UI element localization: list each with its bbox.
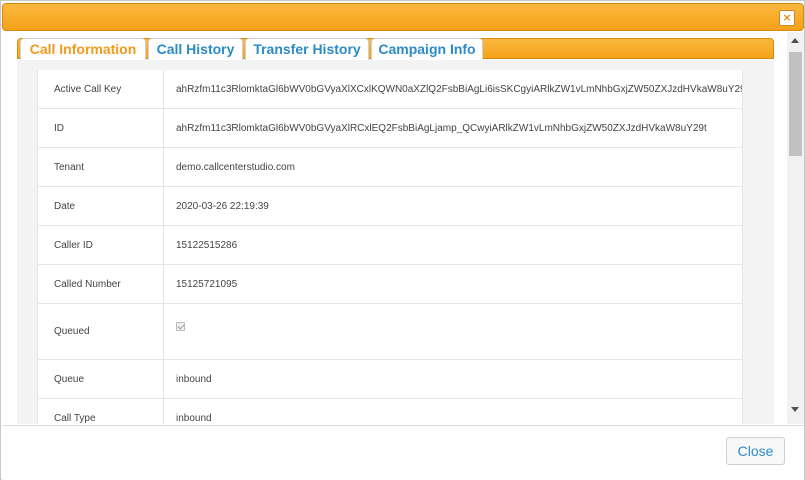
id-value: ahRzfm11c3RlomktaGl6bWV0bGVyaXlRCxlEQ2Fs… [176,122,707,134]
table-row: Called Number 15125721095 [38,265,742,304]
called-number-value: 15125721095 [176,278,238,290]
scrollbar-thumb[interactable] [789,52,802,156]
row-label: Date [38,187,164,225]
row-label: Tenant [38,148,164,186]
dialog-content: Call Information Call History Transfer H… [2,32,786,424]
queue-value: inbound [176,373,212,385]
row-label: Call Type [38,399,164,424]
call-type-value: inbound [176,412,212,424]
table-row: Caller ID 15122515286 [38,226,742,265]
queued-checkbox [176,322,185,331]
tenant-value: demo.callcenterstudio.com [176,161,295,173]
table-row: Tenant demo.callcenterstudio.com [38,148,742,187]
row-label: Active Call Key [38,70,164,108]
call-information-panel: Active Call Key ahRzfm11c3RlomktaGl6bWV0… [17,60,774,424]
row-label: Called Number [38,265,164,303]
tab-call-history[interactable]: Call History [148,38,243,60]
row-label: Queue [38,360,164,398]
table-row: ID ahRzfm11c3RlomktaGl6bWV0bGVyaXlRCxlEQ… [38,109,742,148]
queued-value [164,304,742,359]
tab-call-information[interactable]: Call Information [20,38,146,61]
active-call-key-value: ahRzfm11c3RlomktaGl6bWV0bGVyaXlXCxlKQWN0… [176,83,742,95]
close-icon[interactable]: × [779,10,795,26]
row-label: Caller ID [38,226,164,264]
call-details-dialog: × Call Information Call History Transfer… [0,0,805,480]
scroll-up-icon[interactable] [791,38,799,43]
caller-id-value: 15122515286 [176,239,238,251]
tab-transfer-history[interactable]: Transfer History [245,38,369,60]
table-row: Queue inbound [38,360,742,399]
tab-campaign-info[interactable]: Campaign Info [371,38,483,60]
vertical-scrollbar[interactable] [787,32,804,424]
date-value: 2020-03-26 22:19:39 [176,200,269,212]
call-information-table: Active Call Key ahRzfm11c3RlomktaGl6bWV0… [37,70,743,424]
row-label: Queued [38,304,164,359]
close-button[interactable]: Close [726,437,785,465]
scroll-down-icon[interactable] [791,407,799,412]
table-row: Queued [38,304,742,360]
table-row: Date 2020-03-26 22:19:39 [38,187,742,226]
dialog-titlebar: × [2,3,804,31]
row-label: ID [38,109,164,147]
dialog-footer: Close [2,425,804,480]
table-row: Active Call Key ahRzfm11c3RlomktaGl6bWV0… [38,70,742,109]
table-row: Call Type inbound [38,399,742,424]
